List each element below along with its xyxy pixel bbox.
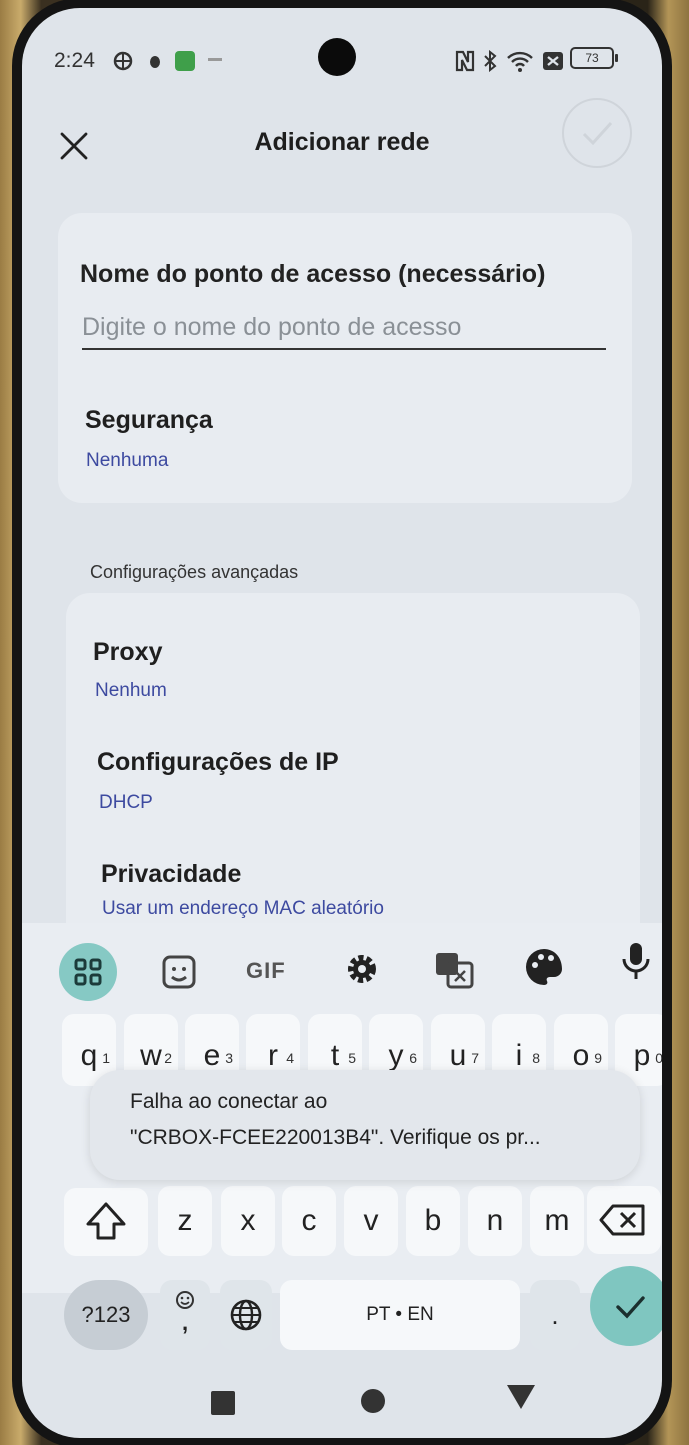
confirm-button[interactable] — [562, 98, 632, 168]
enter-key[interactable] — [590, 1266, 662, 1346]
key-letter: t — [330, 1039, 340, 1072]
vpn-icon — [113, 51, 133, 71]
key-letter: y — [388, 1039, 404, 1072]
translate-icon[interactable] — [430, 945, 478, 993]
globe-icon — [230, 1299, 262, 1331]
apps-button[interactable] — [59, 943, 117, 1001]
proxy-label[interactable]: Proxy — [93, 638, 162, 667]
theme-palette-icon[interactable] — [520, 943, 568, 991]
microphone-icon[interactable] — [612, 937, 660, 985]
proxy-value: Nenhum — [95, 680, 167, 701]
privacy-value: Usar um endereço MAC aleatório — [102, 898, 384, 919]
nfc-icon — [455, 50, 475, 72]
comma-label: , — [181, 1310, 189, 1335]
key-b[interactable]: b — [406, 1186, 460, 1256]
key-letter: i — [515, 1039, 523, 1072]
check-icon — [616, 1296, 645, 1319]
battery-indicator: 73 — [570, 47, 618, 69]
settings-icon[interactable] — [338, 945, 386, 993]
key-hint: 0 — [655, 1050, 662, 1066]
key-c[interactable]: c — [282, 1186, 336, 1256]
key-v[interactable]: v — [344, 1186, 398, 1256]
shift-key[interactable] — [64, 1188, 148, 1256]
emoji-comma-key[interactable]: , — [160, 1280, 210, 1350]
key-letter: w — [140, 1039, 162, 1072]
space-key[interactable]: PT • EN — [280, 1280, 520, 1350]
ip-settings-value: DHCP — [99, 792, 153, 813]
back-icon[interactable] — [506, 1384, 536, 1410]
key-x[interactable]: x — [221, 1186, 275, 1256]
status-bar: 2:24 73 — [22, 8, 662, 98]
key-letter: e — [203, 1039, 221, 1072]
navigation-bar — [22, 1368, 662, 1438]
period-key[interactable]: . — [530, 1280, 580, 1350]
key-letter: r — [268, 1039, 278, 1072]
wifi-icon — [507, 51, 533, 72]
recents-icon[interactable] — [210, 1390, 236, 1416]
security-label[interactable]: Segurança — [85, 406, 213, 435]
backspace-icon — [599, 1204, 645, 1236]
check-icon — [582, 121, 613, 146]
phone-screen: 2:24 73 Adicionar rede Nome do ponto de … — [22, 8, 662, 1438]
status-time: 2:24 — [54, 49, 95, 72]
shift-icon — [86, 1202, 126, 1240]
more-notifications-icon — [208, 58, 222, 61]
key-letter: p — [633, 1039, 651, 1072]
privacy-label[interactable]: Privacidade — [101, 860, 241, 889]
key-letter: q — [80, 1039, 98, 1072]
error-toast: Falha ao conectar ao "CRBOX-FCEE220013B4… — [90, 1070, 640, 1180]
key-n[interactable]: n — [468, 1186, 522, 1256]
signal-off-icon — [543, 52, 563, 70]
bluetooth-icon — [484, 50, 497, 72]
ip-settings-label[interactable]: Configurações de IP — [97, 748, 339, 777]
sticker-icon[interactable] — [156, 949, 204, 997]
ssid-input[interactable] — [82, 306, 606, 350]
ssid-label: Nome do ponto de acesso (necessário) — [80, 260, 546, 288]
app-notification-icon — [175, 51, 195, 71]
key-m[interactable]: m — [530, 1186, 584, 1256]
notification-icon — [150, 56, 160, 68]
home-icon[interactable] — [360, 1388, 386, 1414]
security-value: Nenhuma — [86, 450, 169, 471]
key-z[interactable]: z — [158, 1186, 212, 1256]
advanced-section-label: Configurações avançadas — [90, 562, 299, 582]
front-camera — [318, 38, 356, 76]
backspace-key[interactable] — [587, 1186, 661, 1254]
grid-icon — [74, 958, 102, 986]
gif-button[interactable]: GIF — [246, 958, 286, 984]
key-letter: u — [449, 1039, 467, 1072]
toast-line-1: Falha ao conectar ao — [130, 1090, 328, 1113]
key-letter: o — [572, 1039, 590, 1072]
symbols-key[interactable]: ?123 — [64, 1280, 148, 1350]
language-key[interactable] — [220, 1280, 272, 1350]
toast-line-2: "CRBOX-FCEE220013B4". Verifique os pr... — [130, 1126, 541, 1149]
